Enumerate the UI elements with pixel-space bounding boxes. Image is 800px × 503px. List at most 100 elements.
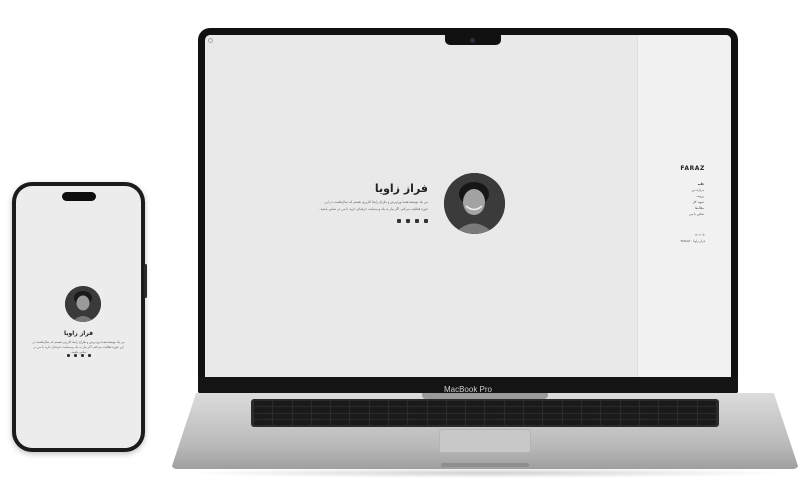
keyboard-key [331, 407, 350, 413]
keyboard-key [369, 407, 389, 413]
keyboard-key [254, 401, 273, 407]
keyboard-key [485, 401, 504, 407]
sidebar-footer: © ۱۴۰۲ فراز زاویا - FARAZ [681, 232, 705, 244]
phone-screen: فراز زاویا من یک توسعه‌دهنده وردپرس و طر… [16, 186, 141, 448]
keyboard-key [273, 419, 292, 425]
keyboard-key [466, 413, 485, 419]
keyboard-key [697, 401, 716, 407]
keyboard-key [427, 413, 446, 419]
hero-name: فراز زاویا [374, 182, 428, 195]
keyboard-key [639, 413, 659, 419]
keyboard-key [466, 419, 485, 425]
linkedin-icon[interactable] [415, 219, 419, 223]
linkedin-icon[interactable] [73, 354, 77, 357]
keyboard-key [389, 407, 408, 413]
keyboard-key [485, 419, 504, 425]
keyboard-key [331, 419, 350, 425]
keyboard-key [389, 419, 408, 425]
keyboard-key [581, 419, 601, 425]
keyboard-key [524, 419, 543, 425]
keyboard-key [620, 413, 639, 419]
hero-bio: من یک توسعه‌دهنده وردپرس و طراح رابط کار… [319, 200, 428, 211]
keyboard-key [292, 413, 311, 419]
instagram-icon[interactable] [66, 354, 70, 357]
keyboard-key [562, 401, 581, 407]
keyboard-key [562, 419, 581, 425]
keyboard-key [620, 401, 639, 407]
keyboard-key [369, 419, 389, 425]
keyboard-key [639, 419, 659, 425]
avatar [65, 286, 101, 322]
telegram-icon[interactable] [87, 354, 91, 357]
keyboard-key [504, 401, 524, 407]
hero-avatar [444, 173, 505, 234]
trackpad [439, 429, 531, 453]
keyboard-key [601, 401, 620, 407]
sidebar: FARAZ خانه درباره من رزومه نمونه کار مقا… [637, 35, 731, 377]
keyboard-key [350, 407, 369, 413]
keyboard-key [369, 401, 389, 407]
phone-mockup: فراز زاویا من یک توسعه‌دهنده وردپرس و طر… [12, 182, 147, 452]
keyboard-key [350, 413, 369, 419]
phone-side-button [144, 264, 147, 298]
window-control-icon [208, 38, 213, 43]
keyboard-key [408, 407, 427, 413]
keyboard-key [620, 419, 639, 425]
keyboard-key [350, 401, 369, 407]
keyboard-key [659, 407, 678, 413]
model-label: MacBook Pro [443, 385, 493, 394]
keyboard-key [389, 413, 408, 419]
instagram-icon[interactable] [424, 219, 428, 223]
keyboard-key [408, 419, 427, 425]
keyboard-key [678, 419, 697, 425]
keyboard-key [292, 419, 311, 425]
keyboard-key [331, 413, 350, 419]
keyboard-key [524, 407, 543, 413]
laptop-chin: MacBook Pro [198, 377, 738, 394]
keyboard-key [678, 407, 697, 413]
keyboard-key [581, 413, 601, 419]
keyboard-key [273, 401, 292, 407]
keyboard-key [254, 413, 273, 419]
keyboard-key [446, 407, 466, 413]
keyboard-key [350, 419, 369, 425]
keyboard-key [311, 401, 331, 407]
laptop-screen: فراز زاویا من یک توسعه‌دهنده وردپرس و طر… [205, 35, 731, 377]
keyboard-key [581, 401, 601, 407]
keyboard-key [543, 419, 562, 425]
social-links [16, 354, 141, 357]
brand-logo[interactable]: FARAZ [680, 165, 705, 172]
keyboard-key [408, 401, 427, 407]
keyboard [251, 399, 719, 427]
keyboard-key [659, 419, 678, 425]
nav-item-contact[interactable]: تماس با من [689, 211, 704, 217]
keyboard-key [273, 413, 292, 419]
keyboard-key [389, 401, 408, 407]
footer-credit: فراز زاویا - FARAZ [680, 239, 705, 243]
camera-icon [470, 38, 475, 43]
keyboard-key [427, 407, 446, 413]
keyboard-key [524, 413, 543, 419]
github-icon[interactable] [80, 354, 84, 357]
keyboard-key [678, 401, 697, 407]
keyboard-key [504, 419, 524, 425]
telegram-icon[interactable] [397, 219, 401, 223]
keyboard-key [311, 407, 331, 413]
keyboard-key [485, 413, 504, 419]
keyboard-key [543, 407, 562, 413]
keyboard-key [639, 401, 659, 407]
keyboard-key [427, 419, 446, 425]
profile-bio: من یک توسعه‌دهنده وردپرس و طراح رابط کار… [32, 340, 125, 354]
github-icon[interactable] [406, 219, 410, 223]
keyboard-key [562, 407, 581, 413]
front-lip [441, 463, 529, 467]
keyboard-key [466, 401, 485, 407]
keyboard-key [311, 419, 331, 425]
keyboard-key [543, 413, 562, 419]
dynamic-island [61, 192, 96, 201]
keyboard-key [697, 407, 716, 413]
keyboard-key [292, 407, 311, 413]
keyboard-key [485, 407, 504, 413]
keyboard-key [254, 407, 273, 413]
hero-social-links [397, 219, 428, 223]
